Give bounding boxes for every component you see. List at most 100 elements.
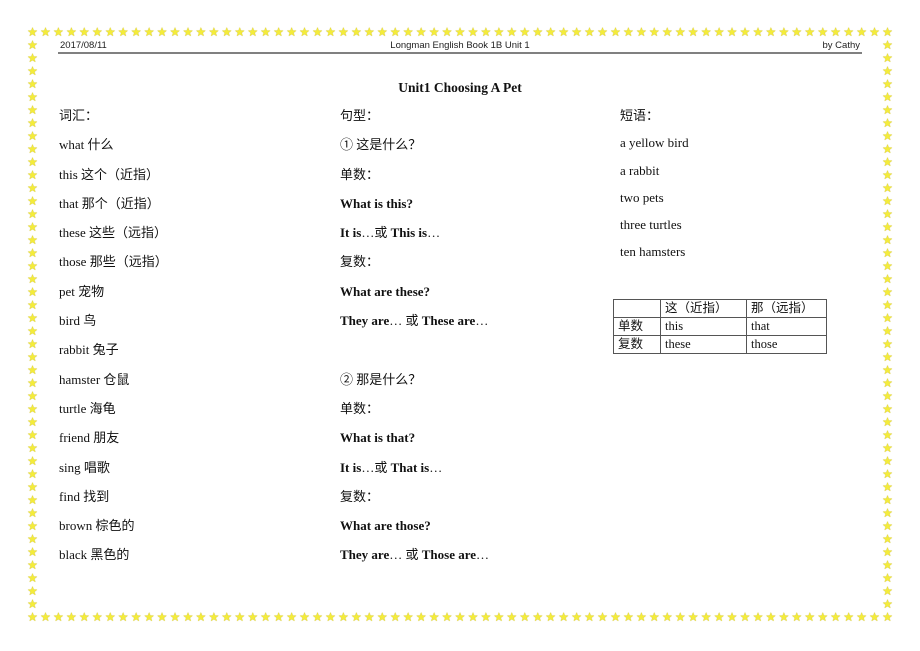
star-icon: ★ (610, 25, 621, 39)
star-icon: ★ (27, 25, 38, 39)
star-icon: ★ (545, 610, 557, 624)
star-icon: ★ (27, 428, 38, 442)
star-icon: ★ (27, 259, 38, 273)
star-icon: ★ (27, 363, 38, 377)
star-icon: ★ (441, 610, 453, 624)
star-icon: ★ (156, 25, 168, 39)
star-icon: ★ (27, 220, 38, 234)
star-icon: ★ (467, 610, 479, 624)
star-icon: ★ (402, 610, 414, 624)
table-row: 复数 these those (613, 335, 827, 354)
phrase-item: two pets (620, 189, 664, 205)
vocabulary-item: pet 宠物 (59, 283, 105, 299)
vocabulary-item: rabbit 兔子 (59, 342, 119, 358)
star-icon: ★ (27, 207, 38, 221)
star-icon: ★ (27, 272, 38, 286)
phrases-heading: 短语： (620, 108, 660, 123)
star-icon: ★ (273, 25, 284, 39)
star-icon: ★ (661, 610, 673, 624)
sentences-heading: 句型： (340, 108, 380, 123)
star-icon: ★ (558, 610, 569, 624)
star-icon: ★ (739, 610, 751, 624)
answer-part: It is (340, 225, 362, 241)
star-icon: ★ (78, 610, 90, 624)
star-icon: ★ (752, 25, 764, 39)
phrase-item: a rabbit (620, 162, 660, 178)
table-cell (613, 299, 661, 318)
star-icon: ★ (441, 25, 453, 39)
answer-part: That is (390, 459, 430, 475)
star-icon: ★ (27, 116, 38, 130)
star-icon: ★ (882, 168, 893, 182)
star-icon: ★ (286, 25, 297, 39)
demonstrative-table: 这（近指） 那（远指） 单数 this that 复数 these those (613, 299, 827, 354)
star-icon: ★ (804, 610, 816, 624)
vocabulary-column: 词汇： what 什么 this 这个（近指） that 那个（近指） thes… (59, 107, 168, 576)
star-icon: ★ (752, 610, 764, 624)
table-cell: this (660, 317, 747, 336)
star-icon: ★ (493, 25, 505, 39)
star-icon: ★ (674, 610, 686, 624)
star-icon: ★ (27, 558, 38, 572)
star-icon: ★ (597, 25, 608, 39)
star-icon: ★ (27, 532, 38, 546)
vocabulary-heading: 词汇： (59, 108, 99, 123)
answer-part: … 或 (389, 313, 422, 329)
page-header: 2017/08/11 Longman English Book 1B Unit … (58, 39, 862, 54)
star-icon: ★ (480, 25, 492, 39)
table-cell: 复数 (613, 335, 661, 354)
table-cell: 那（远指） (746, 299, 827, 318)
star-icon: ★ (506, 25, 518, 39)
star-icon: ★ (350, 610, 362, 624)
star-icon: ★ (454, 610, 466, 624)
star-icon: ★ (27, 64, 38, 78)
section2-singular-question: What is that? (340, 430, 416, 446)
star-icon: ★ (882, 545, 893, 559)
star-icon: ★ (882, 220, 893, 234)
star-icon: ★ (363, 610, 375, 624)
sentences-column: 句型： ① 这是什么？ 单数： What is this? It is…或 Th… (340, 107, 489, 576)
star-icon: ★ (27, 337, 38, 351)
star-icon: ★ (104, 610, 116, 624)
section1-singular-label: 单数： (340, 166, 380, 182)
star-icon: ★ (27, 181, 38, 195)
star-icon: ★ (687, 25, 699, 39)
star-icon: ★ (635, 25, 647, 39)
star-icon: ★ (882, 38, 893, 52)
star-icon: ★ (27, 610, 38, 624)
star-icon: ★ (882, 389, 893, 403)
star-icon: ★ (817, 610, 829, 624)
star-icon: ★ (27, 402, 38, 416)
phrase-item: a yellow bird (620, 135, 689, 151)
phrase-item: ten hamsters (620, 244, 686, 260)
star-icon: ★ (493, 610, 505, 624)
star-icon: ★ (882, 519, 893, 533)
star-icon: ★ (104, 25, 116, 39)
star-icon: ★ (506, 610, 518, 624)
star-icon: ★ (765, 25, 777, 39)
star-icon: ★ (726, 610, 738, 624)
answer-part: They are (340, 313, 390, 329)
header-author: by Cathy (822, 40, 861, 51)
section2-plural-label: 复数： (340, 488, 380, 504)
star-icon: ★ (325, 610, 336, 624)
section1-plural-question: What are these? (340, 283, 431, 299)
star-icon: ★ (169, 25, 181, 39)
star-icon: ★ (27, 493, 38, 507)
star-icon: ★ (882, 506, 893, 520)
vocabulary-item: that 那个（近指） (59, 195, 160, 211)
table-row: 单数 this that (613, 317, 827, 336)
star-icon: ★ (869, 25, 880, 39)
star-icon: ★ (27, 441, 38, 455)
star-icon: ★ (882, 441, 893, 455)
star-icon: ★ (584, 25, 595, 39)
star-icon: ★ (234, 610, 246, 624)
star-icon: ★ (247, 25, 259, 39)
star-icon: ★ (882, 233, 893, 247)
vocabulary-item: find 找到 (59, 488, 110, 504)
star-icon: ★ (882, 246, 893, 260)
star-icon: ★ (27, 545, 38, 559)
star-icon: ★ (830, 25, 842, 39)
star-icon: ★ (27, 467, 38, 481)
star-icon: ★ (27, 389, 38, 403)
